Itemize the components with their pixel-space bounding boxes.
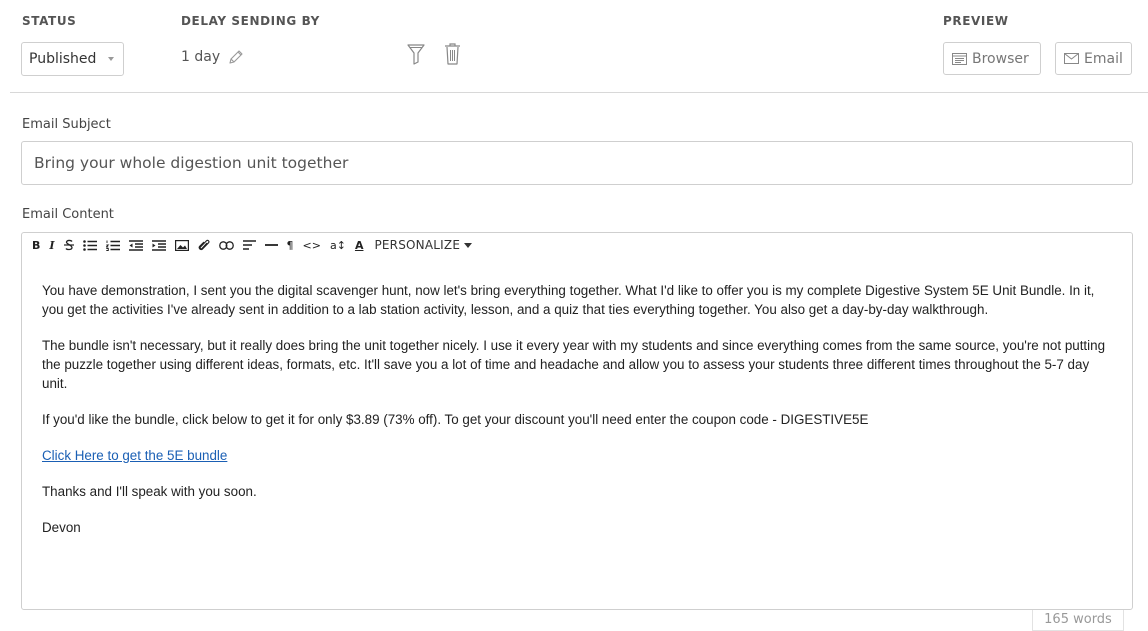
- align-left-icon: [242, 240, 256, 250]
- word-count: 165 words: [1032, 610, 1124, 631]
- preview-email-button[interactable]: Email: [1055, 42, 1132, 75]
- email-body[interactable]: You have demonstration, I sent you the d…: [42, 281, 1112, 554]
- body-paragraph: If you'd like the bundle, click below to…: [42, 412, 869, 427]
- pencil-icon[interactable]: [227, 48, 245, 66]
- filter-icon[interactable]: [407, 43, 425, 65]
- email-subject-label: Email Subject: [22, 117, 111, 132]
- envelope-icon: [1064, 53, 1079, 64]
- editor-toolbar: B I ¶ <> a↕ A PERSONALIZE: [22, 233, 1132, 257]
- caret-down-icon: [108, 57, 114, 61]
- link-icon: [218, 240, 234, 250]
- indent-button[interactable]: [151, 237, 166, 253]
- text-color-button[interactable]: A: [355, 237, 364, 253]
- numbered-list-icon: [105, 240, 120, 251]
- trash-icon[interactable]: [444, 42, 461, 66]
- link-button[interactable]: [218, 237, 234, 253]
- delay-value: 1 day: [181, 49, 221, 65]
- indent-icon: [151, 239, 166, 251]
- email-content-label: Email Content: [22, 207, 114, 222]
- paperclip-icon: [198, 239, 210, 250]
- status-value: Published: [29, 51, 97, 67]
- bundle-link[interactable]: Click Here to get the 5E bundle: [42, 448, 227, 463]
- caret-down-icon: [464, 242, 473, 248]
- preview-browser-button[interactable]: Browser: [943, 42, 1041, 75]
- align-button[interactable]: [242, 237, 256, 253]
- strikethrough-icon: [63, 239, 74, 251]
- status-label: STATUS: [22, 14, 77, 28]
- preview-label: PREVIEW: [943, 14, 1009, 28]
- browser-icon: [952, 52, 967, 65]
- personalize-dropdown[interactable]: PERSONALIZE: [374, 238, 473, 252]
- source-code-button[interactable]: <>: [303, 237, 321, 253]
- personalize-label: PERSONALIZE: [374, 238, 461, 252]
- attach-button[interactable]: [198, 237, 210, 253]
- horizontal-rule-button[interactable]: [264, 237, 278, 253]
- signature: Devon: [42, 520, 81, 535]
- bullet-list-icon: [82, 239, 97, 251]
- closing-line: Thanks and I'll speak with you soon.: [42, 484, 257, 499]
- bold-button[interactable]: B: [32, 237, 40, 253]
- preview-email-label: Email: [1084, 50, 1123, 67]
- insert-image-button[interactable]: [174, 237, 189, 253]
- email-content-editor[interactable]: B I ¶ <> a↕ A PERSONALIZE You have demon…: [21, 232, 1133, 610]
- delay-label: DELAY SENDING BY: [181, 14, 320, 28]
- strikethrough-button[interactable]: [63, 237, 74, 253]
- horizontal-rule-icon: [264, 244, 278, 246]
- email-subject-input[interactable]: [21, 141, 1133, 185]
- outdent-icon: [128, 239, 143, 251]
- preview-browser-label: Browser: [972, 50, 1029, 67]
- status-select[interactable]: Published: [21, 42, 124, 76]
- body-paragraph: You have demonstration, I sent you the d…: [42, 283, 1095, 317]
- paragraph-button[interactable]: ¶: [287, 237, 294, 253]
- image-icon: [174, 239, 189, 251]
- italic-button[interactable]: I: [49, 237, 54, 253]
- header-divider: [10, 92, 1148, 93]
- font-size-button[interactable]: a↕: [330, 237, 346, 253]
- bullet-list-button[interactable]: [82, 237, 97, 253]
- outdent-button[interactable]: [128, 237, 143, 253]
- numbered-list-button[interactable]: [105, 237, 120, 253]
- body-paragraph: The bundle isn't necessary, but it reall…: [42, 338, 1106, 391]
